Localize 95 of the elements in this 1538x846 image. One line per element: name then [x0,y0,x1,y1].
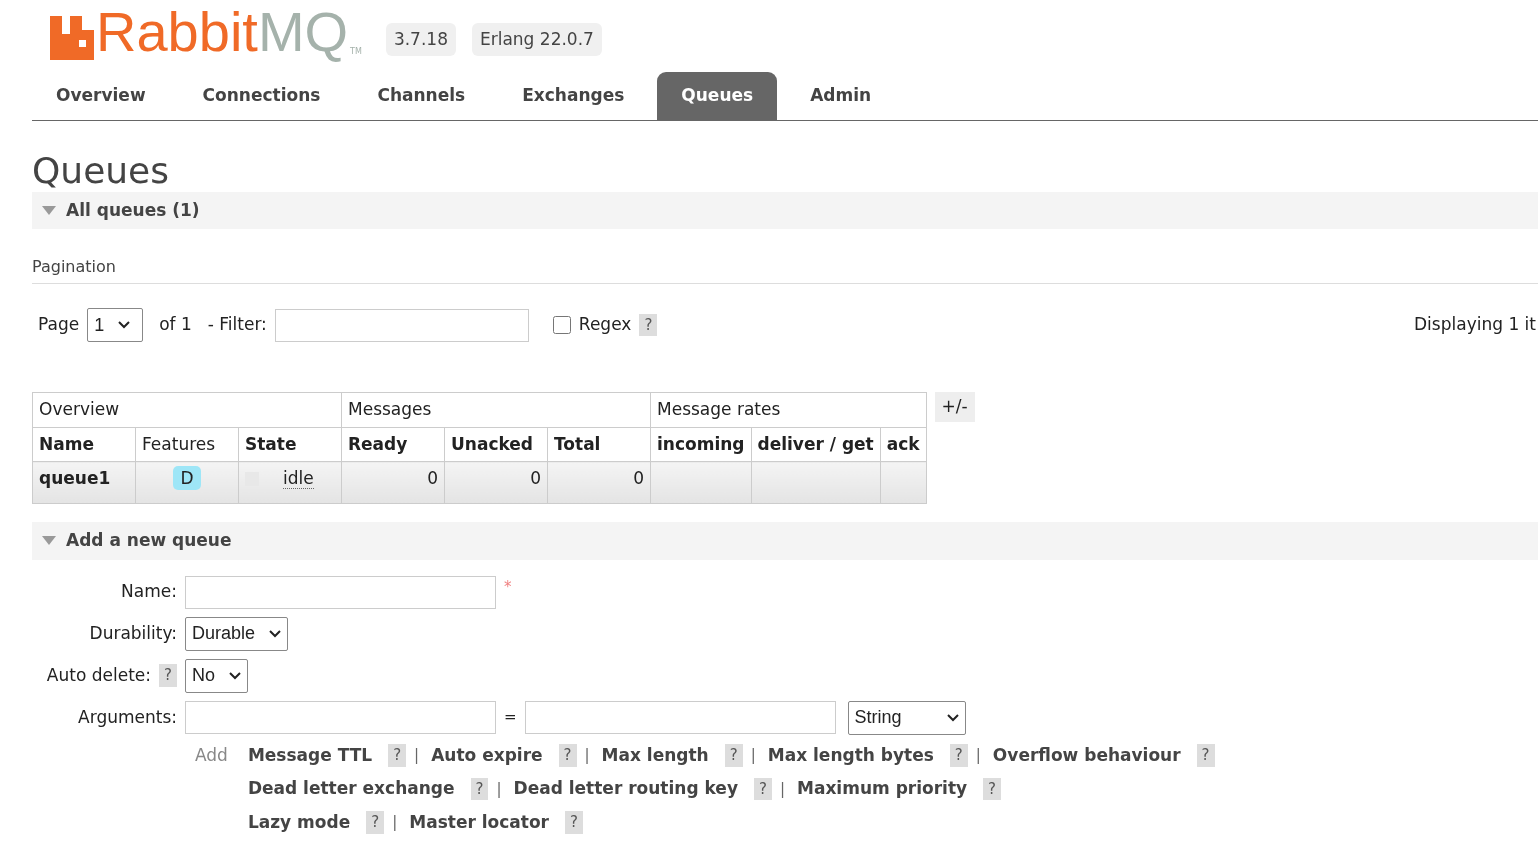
argument-link[interactable]: Max length bytes [767,742,934,769]
help-button[interactable]: ? [724,744,743,767]
separator: | [975,745,981,767]
page-title: Queues [32,148,171,192]
help-button[interactable]: ? [753,777,772,801]
argument-link[interactable]: Lazy mode [247,809,351,836]
number-cell: 0 [341,461,445,504]
select-value: Durable [192,622,256,646]
column-header: incoming [650,427,751,462]
field-label: Durability: [89,621,177,645]
columns-toggle-button[interactable]: +/- [934,392,975,422]
group-header: Messages [341,392,651,428]
state-text: idle [283,468,314,490]
argument-value-field[interactable] [524,701,836,735]
nav-tab[interactable]: Connections [178,72,345,120]
column-header: Name [32,427,136,462]
nav-tab[interactable]: Exchanges [498,72,649,120]
help-button[interactable]: ? [558,744,577,767]
number-cell: 0 [444,461,548,504]
separator: | [414,745,420,767]
version-badge: 3.7.18 [385,22,456,56]
separator: | [392,812,398,834]
argument-link[interactable]: Auto expire [431,742,543,769]
filter-field[interactable] [274,308,529,342]
separator: | [496,778,502,800]
logo-text: Rabbit [96,4,258,60]
help-button[interactable]: ? [470,777,489,801]
select-field[interactable]: Durable [185,616,289,651]
nav-tab[interactable]: Queues [657,72,778,120]
text-field[interactable] [185,575,496,609]
help-button[interactable]: ? [388,744,407,767]
subsection-title: Pagination [32,255,1538,285]
select-value: String [854,706,902,730]
column-header: ack [880,427,927,462]
chevron-icon [946,713,959,722]
section-title[interactable]: Add a new queue [66,528,232,554]
number-cell: 0 [547,461,651,504]
group-header: Overview [32,392,342,428]
select-field[interactable]: No [185,658,248,693]
argument-link[interactable]: Maximum priority [797,776,968,802]
trademark-label: TM [350,46,362,58]
regex-label: Regex [578,313,632,337]
feature-badge: D [173,466,201,491]
chevron-icon [269,629,282,638]
logo-text: MQ [257,4,349,60]
chevron-icon [229,671,241,680]
argument-link[interactable]: Overflow behaviour [992,742,1181,769]
field-label: Auto delete: [46,663,152,687]
add-label: Add [195,743,228,767]
page-select[interactable]: 1 [87,308,144,343]
equals-sign: = [504,707,517,729]
triangle-icon[interactable] [42,536,56,546]
nav-tab[interactable]: Admin [786,72,896,120]
nav-tab[interactable]: Overview [32,72,170,120]
queue-name-cell: queue1 [32,461,136,504]
logo-icon [50,16,94,60]
separator: | [750,745,756,767]
help-button[interactable]: ? [949,744,968,767]
triangle-icon[interactable] [42,205,56,215]
argument-link[interactable]: Dead letter routing key [513,776,738,802]
separator: | [584,745,590,767]
group-header: Message rates [650,392,927,428]
help-button[interactable]: ? [1196,744,1215,767]
help-button[interactable]: ? [564,811,583,834]
checkbox[interactable] [552,316,571,335]
argument-link[interactable]: Max length [601,742,709,769]
argument-link[interactable]: Message TTL [247,742,373,769]
column-header: Features [135,427,239,462]
page-label: Page [38,313,80,337]
field-label: Name: [121,580,177,604]
argument-link[interactable]: Dead letter exchange [247,776,455,802]
help-button[interactable]: ? [639,313,658,337]
argument-key-field[interactable] [185,701,496,735]
select-value: 1 [94,313,105,337]
chevron-icon [118,321,131,330]
select-value: No [192,664,215,688]
argument-link[interactable]: Master locator [409,809,549,836]
filter-label: - Filter: [207,313,267,337]
help-button[interactable]: ? [159,664,177,687]
column-header: deliver / get [751,427,881,462]
column-header: Ready [341,427,445,462]
section-title[interactable]: All queues (1) [66,197,200,224]
field-label: Arguments: [78,705,177,729]
required-mark: * [504,576,512,598]
displaying-text: Displaying 1 it [1414,313,1537,337]
help-button[interactable]: ? [366,811,385,834]
column-header: State [238,427,342,462]
help-button[interactable]: ? [983,777,1002,801]
version-badge: Erlang 22.0.7 [471,22,602,56]
nav-tab[interactable]: Channels [353,72,490,120]
type-select[interactable]: String [847,700,966,735]
separator: | [779,778,785,800]
column-header: Total [547,427,651,462]
page-count: of 1 [159,313,192,337]
column-header: Unacked [444,427,548,462]
